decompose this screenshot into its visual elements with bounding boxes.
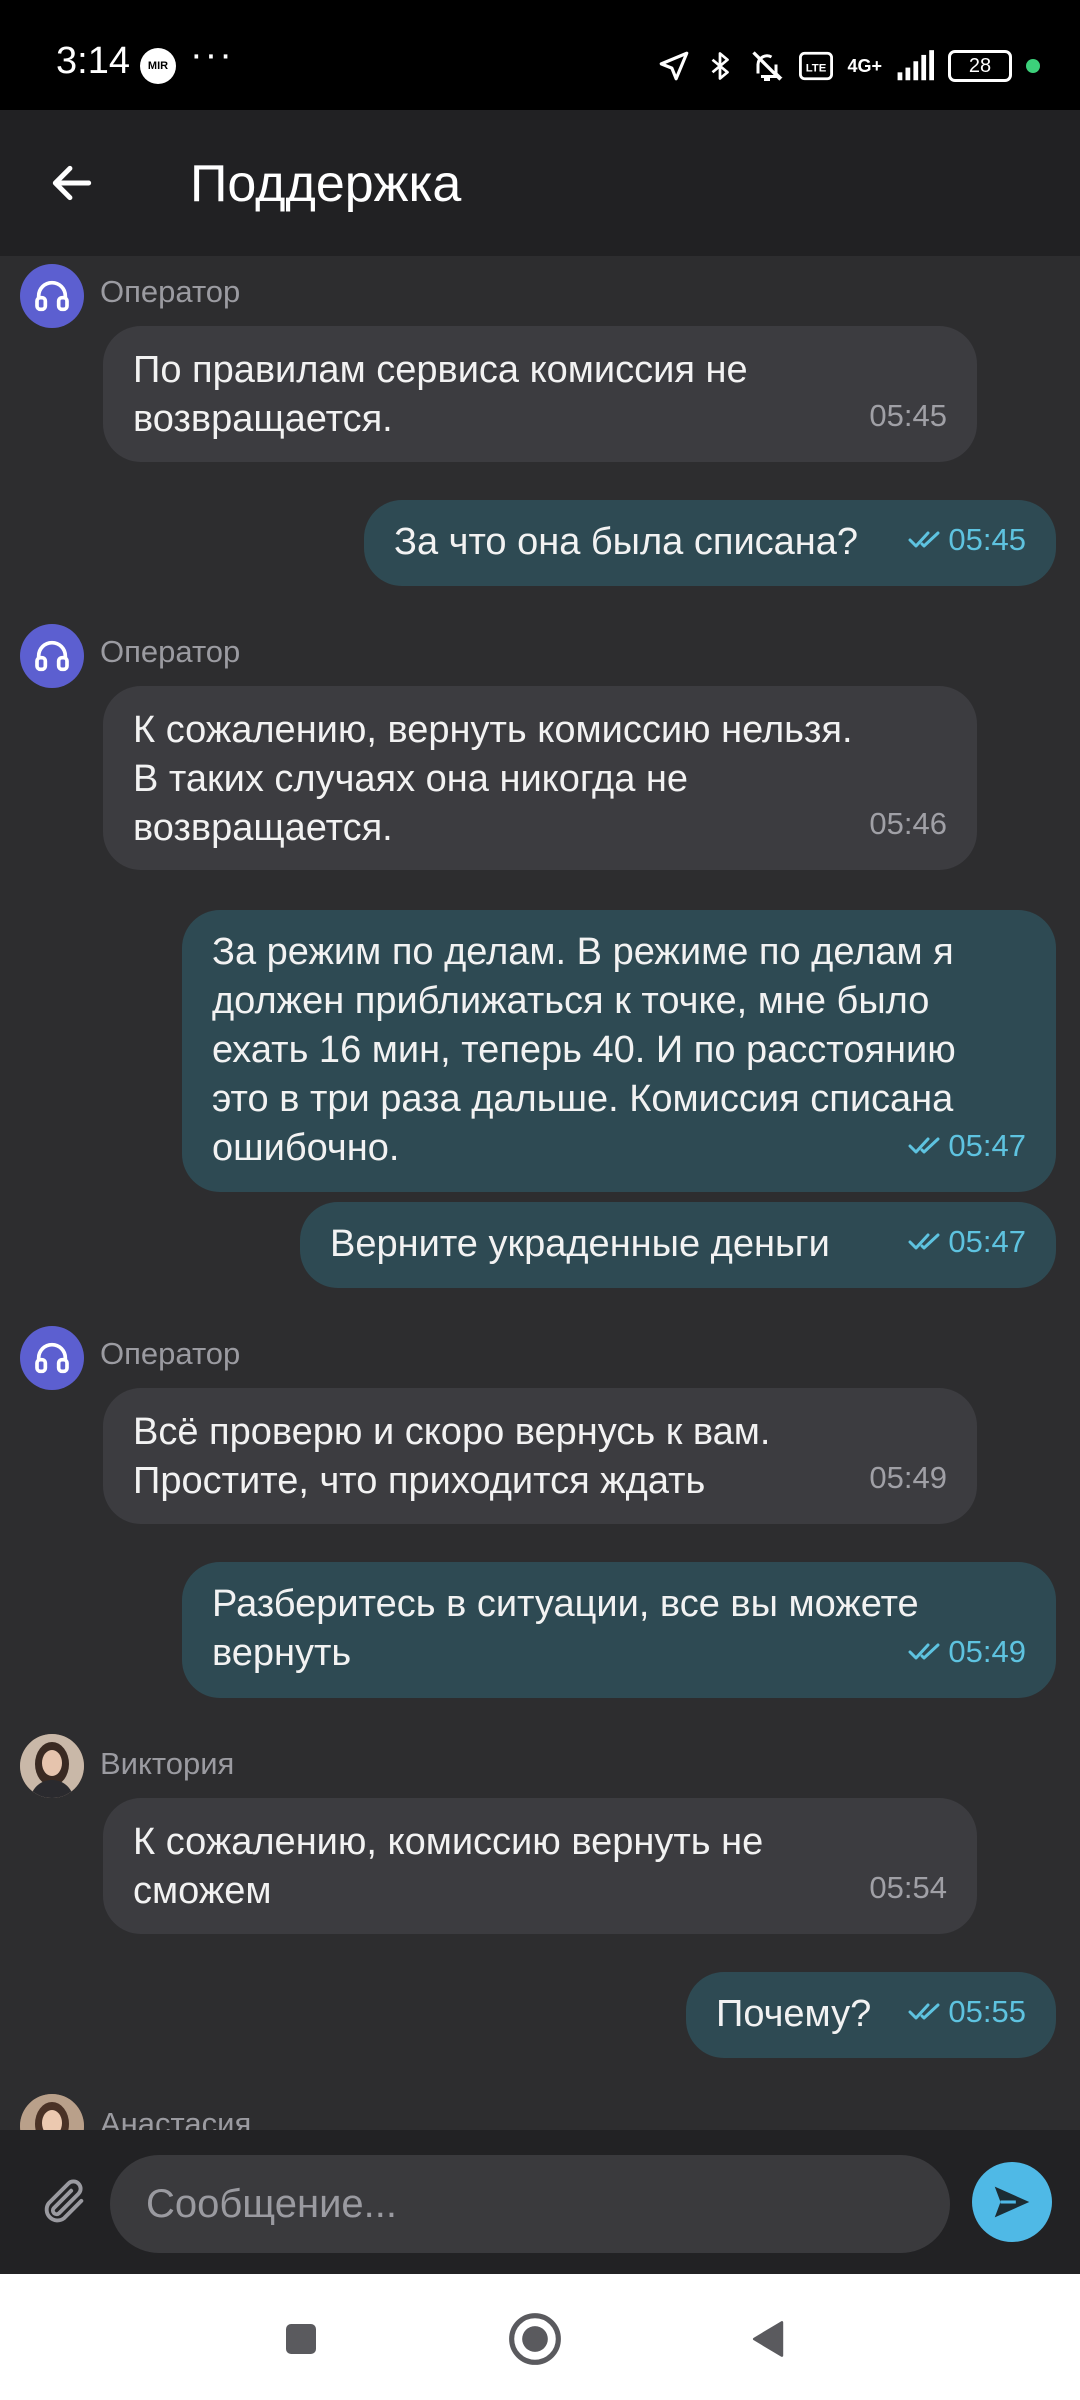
double-check-icon (908, 2003, 940, 2019)
volte-icon: LTE (799, 51, 834, 81)
network-type: 4G+ (847, 56, 882, 76)
message-time: 05:45 (869, 398, 947, 433)
double-check-icon (908, 531, 940, 547)
message-input[interactable] (110, 2155, 950, 2253)
sender-name: Анастасия (100, 2106, 252, 2130)
double-check-icon (908, 1137, 940, 1153)
operator-avatar (20, 264, 84, 328)
outgoing-message[interactable]: Верните украденные деньги 05:47 (300, 1202, 1056, 1288)
time-value: 05:55 (948, 1994, 1026, 2029)
message-time: 05:54 (869, 1870, 947, 1905)
square-icon (286, 2324, 316, 2354)
send-icon (994, 2186, 1030, 2218)
message-time: 05:47 (908, 1217, 1026, 1266)
back-nav-button[interactable] (734, 2304, 804, 2374)
home-circle-icon (509, 2313, 561, 2365)
outgoing-message[interactable]: Почему? 05:55 (686, 1972, 1056, 2058)
message-text: По правилам сервиса комиссия не возвраща… (133, 349, 748, 440)
message-time: 05:46 (869, 806, 947, 841)
message-text: За режим по делам. В режиме по делам я д… (212, 931, 956, 1169)
sender-name: Оператор (100, 1336, 241, 1371)
signal-icon (897, 50, 934, 81)
message-time: 05:47 (908, 1121, 1026, 1170)
operator-avatar (20, 624, 84, 688)
mir-icon: MIR (140, 48, 176, 84)
double-check-icon (908, 1643, 940, 1659)
outgoing-message[interactable]: За режим по делам. В режиме по делам я д… (182, 910, 1056, 1192)
message-text: Всё проверю и скоро вернусь к вам. Прост… (133, 1411, 771, 1502)
app-header: Поддержка (0, 110, 1080, 256)
headset-icon (35, 1342, 69, 1374)
page-title: Поддержка (190, 155, 462, 213)
message-time: 05:49 (869, 1460, 947, 1495)
message-text: К сожалению, вернуть комиссию нельзя. В … (133, 709, 853, 849)
battery-icon: 28 (948, 50, 1012, 82)
send-button[interactable] (972, 2162, 1052, 2242)
time-value: 05:47 (948, 1224, 1026, 1259)
status-bar: 3:14 MIR ··· LTE 4G+ 28 (0, 0, 1080, 110)
operator-avatar (20, 1326, 84, 1390)
sender-name: Оператор (100, 274, 241, 309)
message-time: 05:45 (908, 515, 1026, 564)
status-icons: LTE 4G+ 28 (657, 44, 1040, 88)
incoming-message[interactable]: По правилам сервиса комиссия не возвраща… (103, 326, 977, 462)
headset-icon (35, 280, 69, 312)
outgoing-message[interactable]: Разберитесь в ситуации, все вы можете ве… (182, 1562, 1056, 1698)
paperclip-icon (44, 2179, 84, 2223)
triangle-back-icon (752, 2321, 784, 2357)
message-time: 05:55 (908, 1987, 1026, 2036)
home-button[interactable] (500, 2304, 570, 2374)
sender-name: Оператор (100, 634, 241, 669)
composer (0, 2130, 1080, 2274)
agent-avatar (20, 2094, 84, 2130)
silent-icon (752, 51, 784, 81)
bluetooth-icon (712, 52, 730, 80)
message-time: 05:49 (908, 1627, 1026, 1676)
privacy-indicator-icon (1026, 59, 1040, 73)
incoming-message[interactable]: К сожалению, вернуть комиссию нельзя. В … (103, 686, 977, 870)
person-photo-icon (20, 2094, 84, 2130)
arrow-left-icon (52, 165, 92, 201)
time-value: 05:49 (948, 1634, 1026, 1669)
person-photo-icon (20, 1734, 84, 1798)
status-time: 3:14 (56, 40, 130, 82)
system-nav-bar (0, 2274, 1080, 2400)
headset-icon (35, 640, 69, 672)
recents-button[interactable] (266, 2304, 336, 2374)
time-value: 05:47 (948, 1128, 1026, 1163)
incoming-message[interactable]: К сожалению, комиссию вернуть не сможем … (103, 1798, 977, 1934)
agent-avatar (20, 1734, 84, 1798)
time-value: 05:45 (948, 522, 1026, 557)
sender-name: Виктория (100, 1746, 235, 1781)
attach-button[interactable] (30, 2168, 98, 2236)
chat-list[interactable]: Оператор По правилам сервиса комиссия не… (0, 256, 1080, 2130)
double-check-icon (908, 1233, 940, 1249)
more-notifications-icon: ··· (190, 34, 234, 76)
message-text: Разберитесь в ситуации, все вы можете ве… (212, 1583, 919, 1674)
outgoing-message[interactable]: За что она была списана? 05:45 (364, 500, 1056, 586)
svg-text:LTE: LTE (806, 63, 827, 75)
back-button[interactable] (36, 147, 108, 219)
message-text: К сожалению, комиссию вернуть не сможем (133, 1821, 764, 1912)
incoming-message[interactable]: Всё проверю и скоро вернусь к вам. Прост… (103, 1388, 977, 1524)
location-icon (660, 51, 689, 81)
